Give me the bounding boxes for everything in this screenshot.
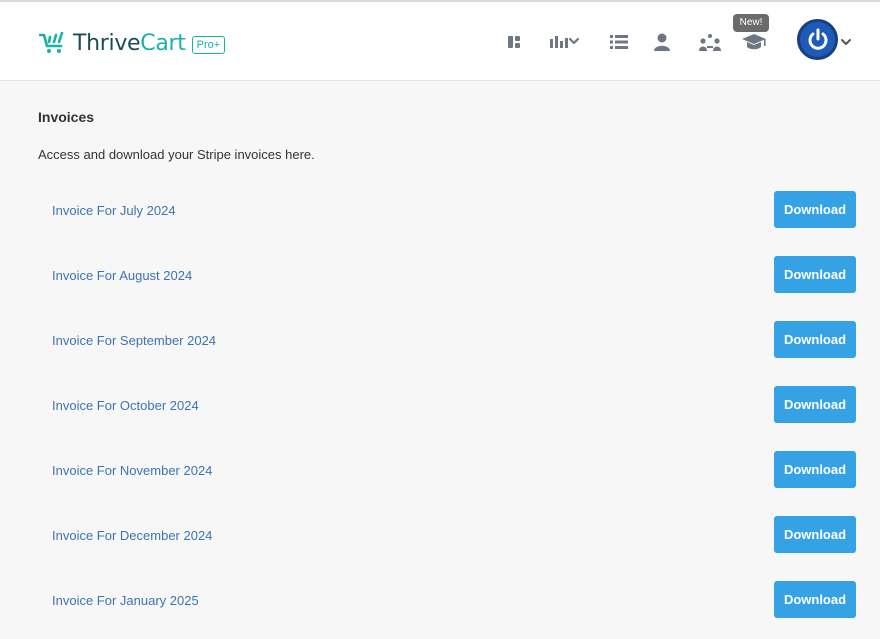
new-badge: New!	[733, 14, 769, 32]
download-button[interactable]: Download	[774, 321, 856, 358]
invoice-link[interactable]: Invoice For January 2025	[52, 593, 199, 608]
invoice-row: Invoice For December 2024 Download	[0, 503, 880, 568]
invoice-row: Invoice For July 2024 Download	[0, 178, 880, 243]
reports-dropdown-icon[interactable]	[549, 32, 581, 52]
invoice-row: Invoice For August 2024 Download	[0, 243, 880, 308]
pro-plus-badge: Pro+	[191, 36, 226, 54]
invoice-row: Invoice For October 2024 Download	[0, 373, 880, 438]
page-description: Access and download your Stripe invoices…	[38, 147, 315, 162]
top-navigation-bar: ThriveCart Pro+ New!	[0, 0, 880, 81]
invoice-link[interactable]: Invoice For July 2024	[52, 203, 176, 218]
invoice-row: Invoice For September 2024 Download	[0, 308, 880, 373]
power-icon	[808, 28, 827, 50]
invoice-list: Invoice For July 2024 Download Invoice F…	[0, 178, 880, 633]
invoice-link[interactable]: Invoice For December 2024	[52, 528, 212, 543]
invoice-link[interactable]: Invoice For October 2024	[52, 398, 199, 413]
list-icon[interactable]	[610, 32, 628, 52]
page-title: Invoices	[38, 109, 95, 125]
download-button[interactable]: Download	[774, 256, 856, 293]
user-avatar[interactable]	[797, 19, 838, 60]
download-button[interactable]: Download	[774, 516, 856, 553]
graduation-cap-icon[interactable]	[741, 32, 767, 52]
download-button[interactable]: Download	[774, 191, 856, 228]
invoice-row: Invoice For November 2024 Download	[0, 438, 880, 503]
account-chevron-down-icon[interactable]	[841, 33, 851, 51]
invoice-link[interactable]: Invoice For November 2024	[52, 463, 212, 478]
invoice-row: Invoice For January 2025 Download	[0, 568, 880, 633]
dashboard-icon[interactable]	[506, 32, 522, 52]
affiliates-icon[interactable]	[699, 32, 721, 52]
download-button[interactable]: Download	[774, 451, 856, 488]
invoice-link[interactable]: Invoice For August 2024	[52, 268, 192, 283]
logo-wordmark: ThriveCart	[73, 30, 186, 56]
cart-logo-icon	[39, 32, 64, 53]
download-button[interactable]: Download	[774, 581, 856, 618]
download-button[interactable]: Download	[774, 386, 856, 423]
invoice-link[interactable]: Invoice For September 2024	[52, 333, 216, 348]
user-icon[interactable]	[653, 32, 671, 52]
thrivecart-logo[interactable]: ThriveCart Pro+	[39, 30, 226, 56]
